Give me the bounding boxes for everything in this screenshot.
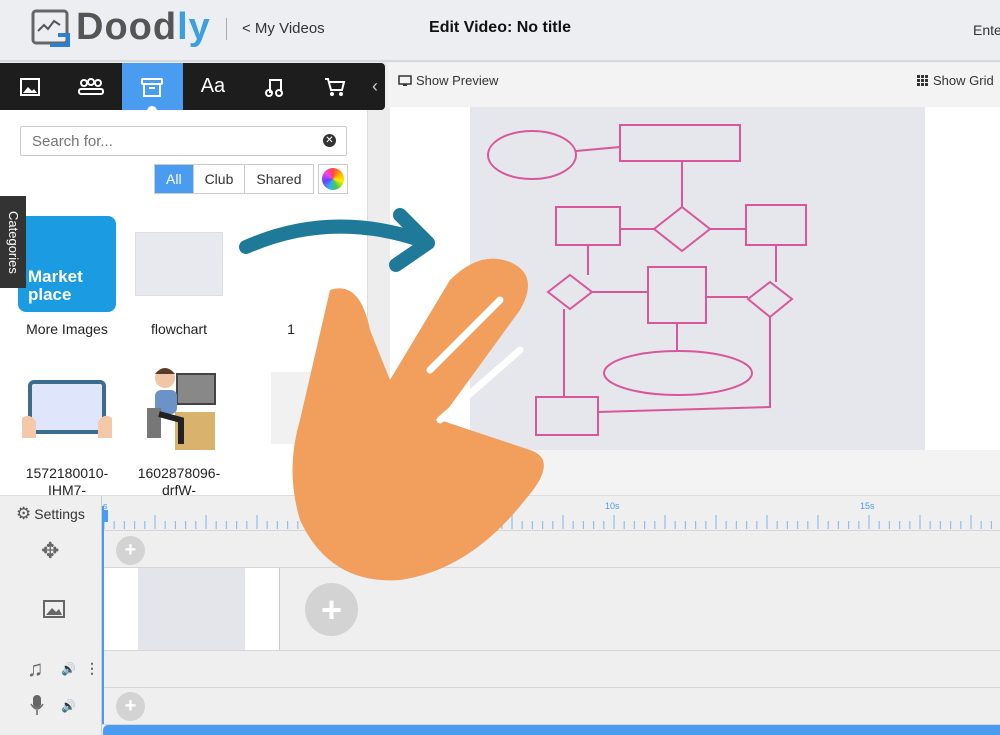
divider [226,18,227,40]
tab-text[interactable]: Aa [183,63,244,110]
image-icon [20,77,41,96]
enter-button[interactable]: Ente [973,22,1000,38]
filter-group: All Club Shared [154,164,314,194]
clip-thumbnail [138,568,245,650]
voice-volume-icon[interactable]: 🔊 [61,699,76,713]
marketplace-badge-text: Market place [28,266,83,304]
clear-search-icon[interactable]: ✕ [323,134,336,147]
characters-icon [78,77,105,95]
filter-shared[interactable]: Shared [244,165,312,193]
move-icon: ✥ [41,538,60,563]
logo-text: Doodly [76,6,211,48]
image-track-icon [43,600,65,618]
microphone-icon[interactable] [30,694,44,716]
asset-toolbar: Aa ‹ [0,63,385,114]
add-voice-button[interactable]: + [116,692,145,721]
tab-marketplace[interactable] [304,63,365,110]
scene-clip[interactable] [104,568,280,650]
page-title: Edit Video: No title [429,19,571,36]
asset-item[interactable]: flowchart [124,216,234,338]
volume-icon[interactable]: 🔊 [61,662,76,676]
timeline-ruler-row: s 10s 15s [0,496,1000,531]
playhead[interactable] [102,506,104,724]
props-box-icon [141,77,164,97]
tablet-hands-image [22,379,112,438]
tab-images[interactable] [0,63,61,110]
more-options-icon[interactable]: ⋮ [85,660,99,677]
app-header: Doodly < My Videos Edit Video: No title … [0,0,1000,62]
tab-music[interactable] [243,63,304,110]
filter-all[interactable]: All [155,165,193,193]
timeline: s 10s 15s + + + ⚙ Settings ✥ ♫ 🔊 ⋮ 🔊 [0,495,1000,735]
asset-item[interactable]: 1572180010-IHM7- [12,360,122,499]
settings-label: Settings [34,506,85,522]
asset-item[interactable] [236,360,346,455]
asset-label: 1 [287,321,295,337]
tab-characters[interactable] [61,63,122,110]
color-filter-button[interactable] [318,164,348,194]
diagram-thumbnail [271,371,331,444]
canvas-footer [388,450,1000,495]
asset-label: 1602878096-drfW- [137,465,221,498]
image-track: + [0,568,1000,651]
timeline-ruler[interactable]: s 10s 15s [103,496,1000,531]
collapse-panel-button[interactable]: ‹ [365,63,385,110]
flowchart-thumbnail [135,231,223,296]
office-worker-image [147,367,216,450]
asset-item[interactable]: Market place More Images [12,215,122,338]
cart-icon [324,77,345,96]
search-input[interactable] [20,126,347,156]
my-videos-link[interactable]: < My Videos [242,20,325,37]
asset-panel: ✕ All Club Shared Market place More Imag… [0,110,368,498]
motion-track: + [0,531,1000,568]
ruler-label: 10s [605,501,620,511]
doodly-logo[interactable]: Doodly [30,6,211,49]
asset-item[interactable]: 1 [236,216,346,338]
add-motion-button[interactable]: + [116,536,145,565]
voice-track: + [0,688,1000,725]
music-icon [264,78,283,97]
settings-button[interactable]: ⚙ Settings [16,504,85,524]
show-preview-label: Show Preview [416,73,499,88]
color-wheel-icon [322,168,344,190]
preview-toolbar: Show Preview Show Grid [388,63,1000,107]
marketplace-badge: Market place [18,215,116,312]
add-scene-button[interactable]: + [305,583,358,636]
categories-tab[interactable]: Categories [0,196,26,288]
grid-icon [917,74,928,86]
flowchart-sketch-image[interactable] [470,107,925,450]
music-track [0,651,1000,688]
show-grid-button[interactable]: Show Grid [917,73,994,88]
asset-label: flowchart [150,321,208,337]
ruler-label: 15s [860,501,875,511]
track-headers: ⚙ Settings ✥ ♫ 🔊 ⋮ 🔊 [0,496,102,735]
music-note-icon[interactable]: ♫ [27,656,44,682]
gear-icon: ⚙ [16,504,32,523]
asset-item[interactable]: 1602878096-drfW- [124,360,234,499]
text-icon: Aa [200,75,226,97]
show-preview-button[interactable]: Show Preview [398,73,498,88]
tab-props[interactable] [121,63,183,114]
scene-canvas[interactable] [390,107,1000,450]
logo-board-icon [31,9,70,47]
filter-club[interactable]: Club [192,165,245,193]
show-grid-label: Show Grid [933,73,994,88]
monitor-icon [398,74,412,86]
asset-label: More Images [26,321,108,337]
asset-label: 1572180010-IHM7- [25,465,109,498]
